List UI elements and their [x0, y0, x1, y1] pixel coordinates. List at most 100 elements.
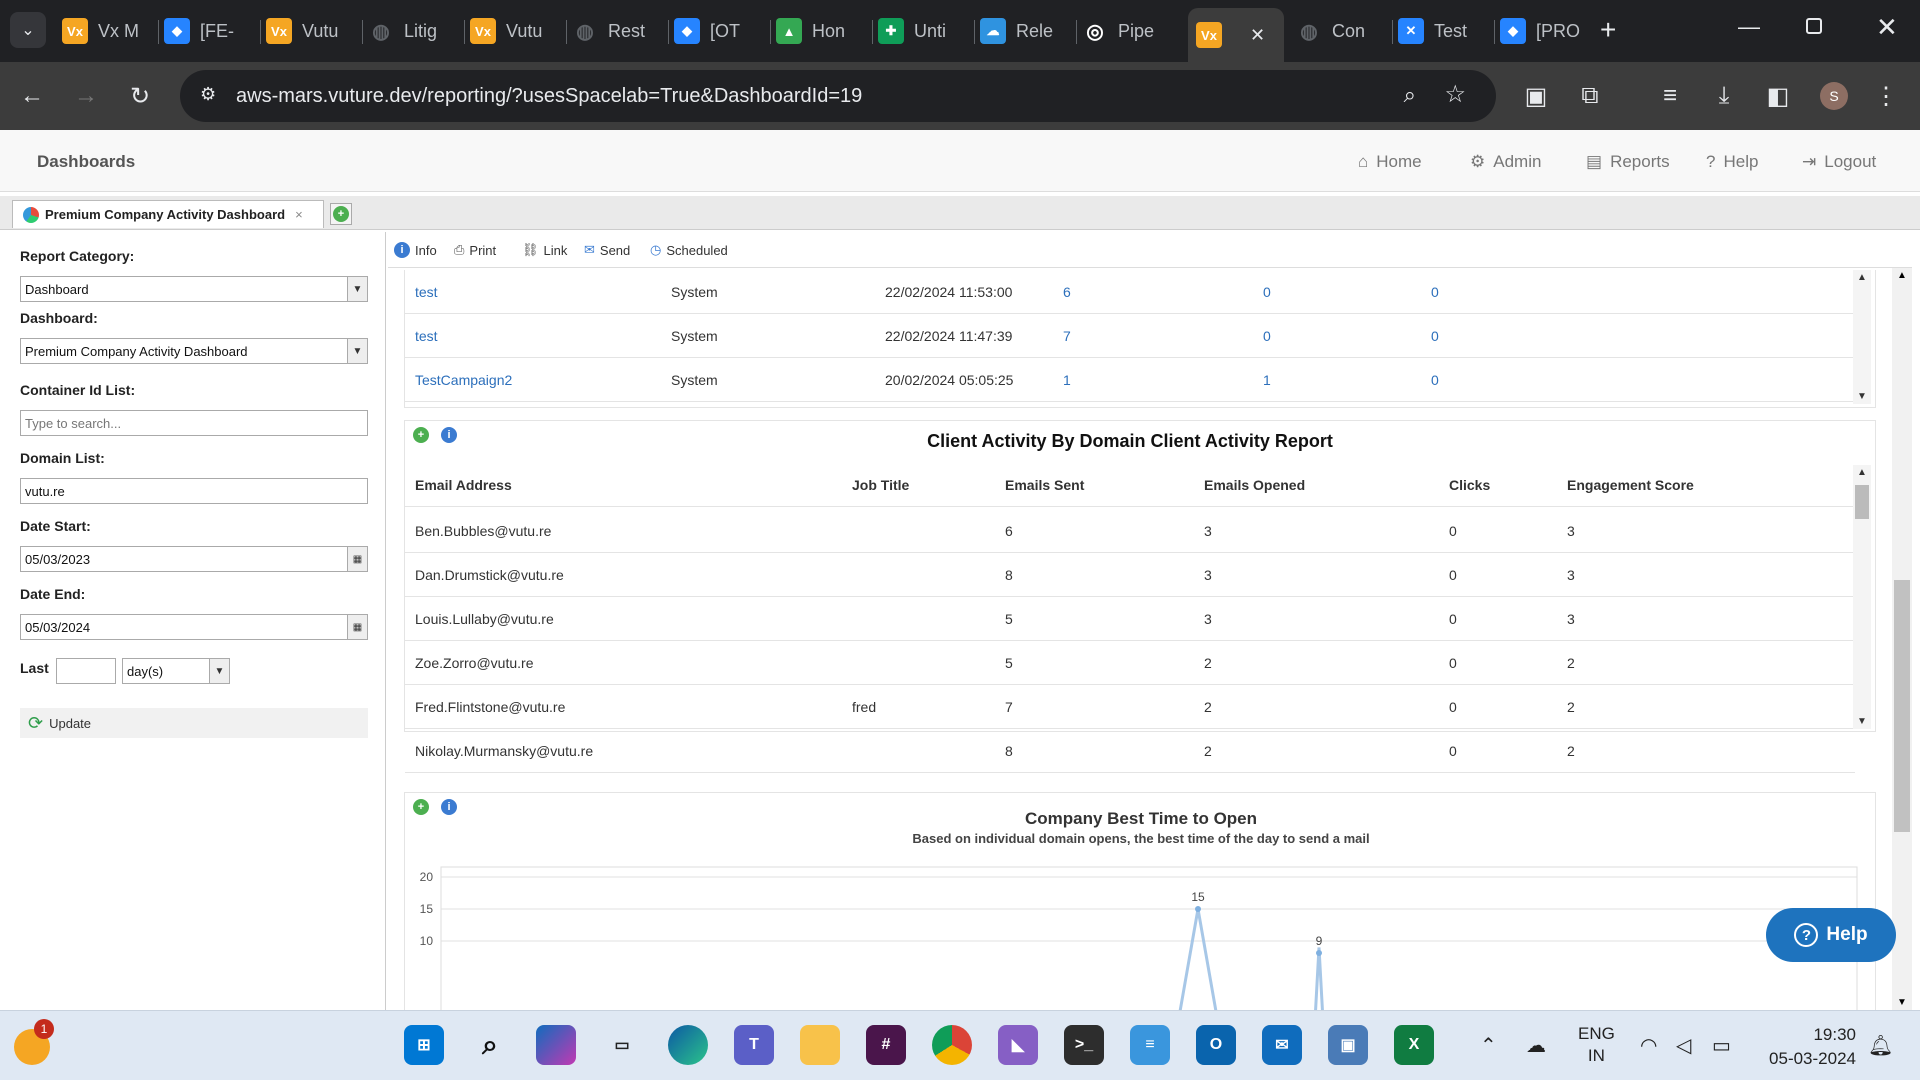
chrome-icon[interactable]	[932, 1025, 972, 1065]
page-scrollbar[interactable]: ▲ ▼	[1892, 268, 1912, 1010]
add-tab-button[interactable]: +	[330, 203, 352, 225]
address-bar[interactable]: ⚙ aws-mars.vuture.dev/reporting/?usesSpa…	[180, 70, 1496, 122]
cell-a[interactable]: 7	[1063, 328, 1071, 344]
file-explorer-icon[interactable]	[800, 1025, 840, 1065]
restore-button[interactable]	[1806, 18, 1822, 34]
browser-tab[interactable]: ◆ [PRO	[1500, 10, 1592, 52]
forward-icon[interactable]: →	[68, 78, 104, 114]
notepad-icon[interactable]: ≡	[1130, 1025, 1170, 1065]
col-emails-opened[interactable]: Emails Opened	[1204, 477, 1305, 493]
scroll-up-arrow[interactable]: ▲	[1857, 272, 1867, 283]
browser-tab[interactable]: Vx Vx M	[62, 10, 154, 52]
report-category-select[interactable]: Dashboard ▼	[20, 276, 368, 302]
nav-logout[interactable]: ⇥ Logout	[1802, 152, 1876, 172]
info-button[interactable]: i Info	[394, 242, 437, 258]
network-tool-icon[interactable]: ▣	[1328, 1025, 1368, 1065]
visual-studio-icon[interactable]: ◣	[998, 1025, 1038, 1065]
cell-a[interactable]: 1	[1063, 372, 1071, 388]
profile-avatar[interactable]: S	[1820, 82, 1848, 110]
scroll-thumb[interactable]	[1894, 580, 1910, 832]
date-end-input[interactable]: 05/03/2024 ▦	[20, 614, 368, 640]
browser-tab[interactable]: ◍ Con	[1296, 10, 1388, 52]
terminal-icon[interactable]: >_	[1064, 1025, 1104, 1065]
scroll-down-arrow[interactable]: ▼	[1897, 997, 1907, 1008]
mail-icon[interactable]: ✉	[1262, 1025, 1302, 1065]
cell-b[interactable]: 0	[1263, 328, 1271, 344]
zoom-icon[interactable]: ⌕	[1404, 82, 1416, 108]
chevron-down-icon[interactable]: ▼	[347, 277, 367, 301]
chevron-down-icon[interactable]: ▼	[347, 339, 367, 363]
search-icon[interactable]: ⌕	[470, 1025, 510, 1065]
browser-tab[interactable]: ☁ Rele	[980, 10, 1072, 52]
reload-icon[interactable]: ↻	[122, 78, 158, 114]
cell-name[interactable]: test	[415, 284, 438, 300]
scheduled-button[interactable]: ◷ Scheduled	[650, 242, 728, 258]
col-email[interactable]: Email Address	[415, 477, 512, 493]
scroll-down-arrow[interactable]: ▼	[1857, 716, 1867, 727]
scroll-up-arrow[interactable]: ▲	[1897, 270, 1907, 281]
cell-c[interactable]: 0	[1431, 284, 1439, 300]
col-engagement[interactable]: Engagement Score	[1567, 477, 1694, 493]
browser-tab[interactable]: Vx Vutu	[266, 10, 358, 52]
print-button[interactable]: ⎙ Print	[454, 242, 496, 258]
teams-icon[interactable]: T	[734, 1025, 774, 1065]
update-button[interactable]: ⟳ Update	[20, 708, 368, 738]
menu-kebab-icon[interactable]: ⋮	[1868, 78, 1904, 114]
calendar-icon[interactable]: ▦	[347, 615, 367, 639]
download-icon[interactable]: ⤓	[1706, 78, 1742, 114]
back-icon[interactable]: ←	[14, 78, 50, 114]
onedrive-icon[interactable]: ☁	[1526, 1033, 1546, 1058]
date-start-input[interactable]: 05/03/2023 ▦	[20, 546, 368, 572]
bookmark-star-icon[interactable]: ☆	[1444, 80, 1466, 109]
send-button[interactable]: ✉ Send	[584, 242, 630, 258]
start-icon[interactable]: ⊞	[404, 1025, 444, 1065]
nav-admin[interactable]: ⚙ Admin	[1470, 152, 1541, 172]
copilot-icon[interactable]	[536, 1025, 576, 1065]
browser-tab[interactable]: ◆ [FE-	[164, 10, 256, 52]
last-unit-select[interactable]: day(s) ▼	[122, 658, 230, 684]
slack-icon[interactable]: #	[866, 1025, 906, 1065]
col-emails-sent[interactable]: Emails Sent	[1005, 477, 1084, 493]
col-job-title[interactable]: Job Title	[852, 477, 909, 493]
tab-premium-dashboard[interactable]: Premium Company Activity Dashboard ×	[12, 200, 324, 228]
new-tab-button[interactable]: +	[1600, 14, 1616, 46]
cell-b[interactable]: 1	[1263, 372, 1271, 388]
browser-tab[interactable]: ◎ Pipe	[1082, 10, 1174, 52]
cell-b[interactable]: 0	[1263, 284, 1271, 300]
edge-icon[interactable]	[668, 1025, 708, 1065]
cell-c[interactable]: 0	[1431, 372, 1439, 388]
domain-list-input[interactable]: vutu.re	[20, 478, 368, 504]
last-count-input[interactable]	[56, 658, 116, 684]
extensions-icon[interactable]: ⧉	[1572, 78, 1608, 114]
cell-name[interactable]: test	[415, 328, 438, 344]
tab-close-icon[interactable]: ✕	[1250, 25, 1265, 46]
browser-tab[interactable]: ◍ Litig	[368, 10, 460, 52]
side-panel-icon[interactable]: ◧	[1760, 78, 1796, 114]
browser-tab[interactable]: ◍ Rest	[572, 10, 664, 52]
outlook-icon[interactable]: O	[1196, 1025, 1236, 1065]
browser-tab-active[interactable]: Vx ✕	[1188, 8, 1284, 62]
task-view-icon[interactable]: ▭	[602, 1025, 642, 1065]
chevron-up-icon[interactable]: ⌃	[1480, 1033, 1497, 1058]
floating-help-button[interactable]: ? Help	[1766, 908, 1896, 962]
activity-table-scrollbar[interactable]: ▲ ▼	[1853, 465, 1871, 729]
language-indicator[interactable]: ENG IN	[1578, 1023, 1615, 1067]
volume-icon[interactable]: ◁	[1676, 1033, 1691, 1058]
wifi-icon[interactable]: ◠	[1640, 1033, 1657, 1058]
browser-tab[interactable]: ▲ Hon	[776, 10, 868, 52]
screencast-icon[interactable]: ▣	[1518, 78, 1554, 114]
cell-c[interactable]: 0	[1431, 328, 1439, 344]
nav-help[interactable]: ? Help	[1706, 152, 1758, 172]
nav-reports[interactable]: ▤ Reports	[1586, 152, 1670, 172]
browser-tab[interactable]: Vx Vutu	[470, 10, 562, 52]
browser-tab[interactable]: ✕ Test	[1398, 10, 1490, 52]
clock[interactable]: 19:30 05-03-2024	[1756, 1023, 1856, 1071]
tab-close-icon[interactable]: ×	[295, 207, 303, 222]
app-brand[interactable]: Dashboards	[37, 152, 135, 172]
media-controls-icon[interactable]: ≡	[1652, 78, 1688, 114]
excel-icon[interactable]: X	[1394, 1025, 1434, 1065]
col-clicks[interactable]: Clicks	[1449, 477, 1490, 493]
calendar-icon[interactable]: ▦	[347, 547, 367, 571]
nav-home[interactable]: ⌂ Home	[1358, 152, 1422, 172]
minimize-button[interactable]: —	[1738, 14, 1760, 40]
